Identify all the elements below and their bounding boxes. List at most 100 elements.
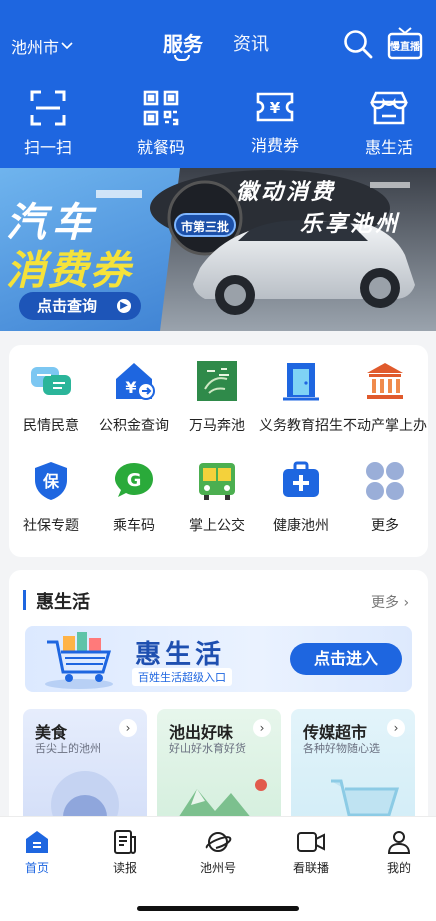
section-more-link[interactable]: 更多 › <box>371 592 409 612</box>
quick-action-label: 扫一扫 <box>23 138 72 157</box>
home-indicator <box>137 906 299 911</box>
card-media-supermarket[interactable]: 传媒超市 各种好物随心选 › <box>291 709 415 829</box>
newspaper-icon <box>114 830 136 854</box>
benefit-life-section: 惠生活 更多 › 惠生活 百姓生活超级入口 点击进入 美食 舌尖上的池州 › 池… <box>9 570 428 830</box>
scan-icon <box>30 90 66 126</box>
service-label: 民情民意 <box>23 418 79 434</box>
more-grid-icon <box>366 462 404 500</box>
nav-watch-broadcast[interactable]: 看联播 <box>276 829 346 876</box>
service-housing-fund[interactable]: ¥ 公积金查询 <box>92 359 176 437</box>
promo-subtitle: 百姓生活超级入口 <box>132 668 232 686</box>
promo-title: 惠生活 <box>135 640 226 670</box>
tab-news[interactable]: 资讯 <box>233 30 269 56</box>
video-icon <box>297 832 325 852</box>
school-door-icon <box>283 363 319 401</box>
card-subtitle: 舌尖上的池州 <box>35 742 101 755</box>
chevron-right-icon: › <box>387 719 405 737</box>
quick-action-scan[interactable]: 扫一扫 <box>8 90 88 158</box>
service-label: 不动产掌上办 <box>343 418 427 434</box>
car-coupon-banner[interactable]: 汽车 消费券 市第三批 徽动消费 乐享池州 点击查询 ▶ <box>0 168 436 331</box>
quick-action-coupon[interactable]: ¥ 消费券 <box>235 90 315 156</box>
service-label: 义务教育招生 <box>259 418 343 434</box>
section-title: 惠生活 <box>36 592 90 613</box>
service-education-enrollment[interactable]: 义务教育招生 <box>259 359 343 437</box>
chat-bubbles-icon <box>31 367 71 395</box>
shop-icon <box>370 91 408 125</box>
horse-logo-icon <box>197 361 237 401</box>
housing-fund-icon: ¥ <box>116 363 155 400</box>
chevron-right-icon: › <box>119 719 137 737</box>
promo-enter-button[interactable]: 点击进入 <box>290 643 402 675</box>
service-more[interactable]: 更多 <box>343 459 427 537</box>
card-subtitle: 各种好物随心选 <box>303 742 380 755</box>
tab-service[interactable]: 服务 <box>163 28 203 57</box>
shield-icon: 保 <box>35 462 67 500</box>
banner-badge: 市第三批 <box>174 213 236 237</box>
chevron-right-icon: › <box>403 595 410 611</box>
chevron-down-icon <box>61 42 73 50</box>
search-icon[interactable] <box>343 29 373 59</box>
home-icon <box>26 831 48 853</box>
more-label: 更多 <box>371 595 399 611</box>
nav-label: 读报 <box>112 861 137 875</box>
svg-text:保: 保 <box>42 472 60 491</box>
banner-query-button[interactable]: 点击查询 ▶ <box>19 292 141 320</box>
nav-mine[interactable]: 我的 <box>364 829 434 876</box>
service-label: 万马奔池 <box>189 418 245 434</box>
quick-action-label: 消费券 <box>250 136 299 155</box>
service-label: 社保专题 <box>23 518 79 534</box>
quick-action-label: 惠生活 <box>364 138 413 157</box>
service-label: 更多 <box>371 518 399 534</box>
nav-label: 我的 <box>386 861 411 875</box>
nav-label: 池州号 <box>199 861 236 875</box>
city-label: 池州市 <box>11 38 60 57</box>
city-selector[interactable]: 池州市 <box>11 34 73 58</box>
service-real-estate[interactable]: 不动产掌上办 <box>343 359 427 437</box>
card-chizhou-flavor[interactable]: 池出好味 好山好水育好货 › <box>157 709 281 829</box>
bus-icon <box>199 463 235 500</box>
bank-building-icon <box>367 363 403 399</box>
benefit-life-promo[interactable]: 惠生活 百姓生活超级入口 点击进入 <box>25 626 412 692</box>
card-subtitle: 好山好水育好货 <box>169 742 246 755</box>
chevron-right-icon: › <box>253 719 271 737</box>
service-public-opinion[interactable]: 民情民意 <box>9 359 93 437</box>
ride-code-icon: G <box>115 463 153 497</box>
user-icon <box>387 831 411 854</box>
active-tab-indicator <box>174 55 190 61</box>
banner-query-label: 点击查询 <box>37 297 98 315</box>
svg-text:¥: ¥ <box>270 99 281 117</box>
section-accent-bar <box>23 590 26 610</box>
banner-slogan1: 徽动消费 <box>236 180 337 205</box>
service-wanma[interactable]: 万马奔池 <box>175 359 259 437</box>
quick-action-label: 就餐码 <box>136 138 185 157</box>
card-food[interactable]: 美食 舌尖上的池州 › <box>23 709 147 829</box>
service-ride-code[interactable]: G 乘车码 <box>92 459 176 537</box>
nav-newspaper[interactable]: 读报 <box>90 829 160 876</box>
banner-slogan2: 乐享池州 <box>300 212 401 237</box>
arrow-right-icon: ▶ <box>117 299 131 313</box>
banner-line2: 消费券 <box>6 248 132 294</box>
service-label: 乘车码 <box>113 518 155 534</box>
shopping-cart-icon <box>45 632 113 689</box>
service-label: 掌上公交 <box>189 518 245 534</box>
service-label: 公积金查询 <box>99 418 169 434</box>
nav-label: 首页 <box>24 861 49 875</box>
nav-chizhou-account[interactable]: 池州号 <box>183 829 253 876</box>
planet-icon <box>205 832 232 852</box>
service-label: 健康池州 <box>273 518 329 534</box>
live-stream-button[interactable]: 慢直播 <box>387 26 423 60</box>
header: 池州市 服务 资讯 慢直播 扫一扫 就餐码 ¥ 消费券 惠生活 <box>0 0 436 168</box>
svg-text:¥: ¥ <box>125 378 136 397</box>
coupon-icon: ¥ <box>256 92 294 122</box>
service-grid: 民情民意 ¥ 公积金查询 万马奔池 义务教育招生 不动产掌上办 保 社保专题 G… <box>9 345 428 557</box>
quick-action-meal-code[interactable]: 就餐码 <box>121 90 201 158</box>
medical-kit-icon <box>283 461 319 497</box>
nav-home[interactable]: 首页 <box>2 829 72 876</box>
service-bus[interactable]: 掌上公交 <box>175 459 259 537</box>
quick-action-benefit-life[interactable]: 惠生活 <box>349 90 429 158</box>
nav-label: 看联播 <box>292 861 329 875</box>
svg-text:G: G <box>127 470 142 491</box>
service-social-security[interactable]: 保 社保专题 <box>9 459 93 537</box>
live-label: 慢直播 <box>390 42 420 53</box>
service-health[interactable]: 健康池州 <box>259 459 343 537</box>
